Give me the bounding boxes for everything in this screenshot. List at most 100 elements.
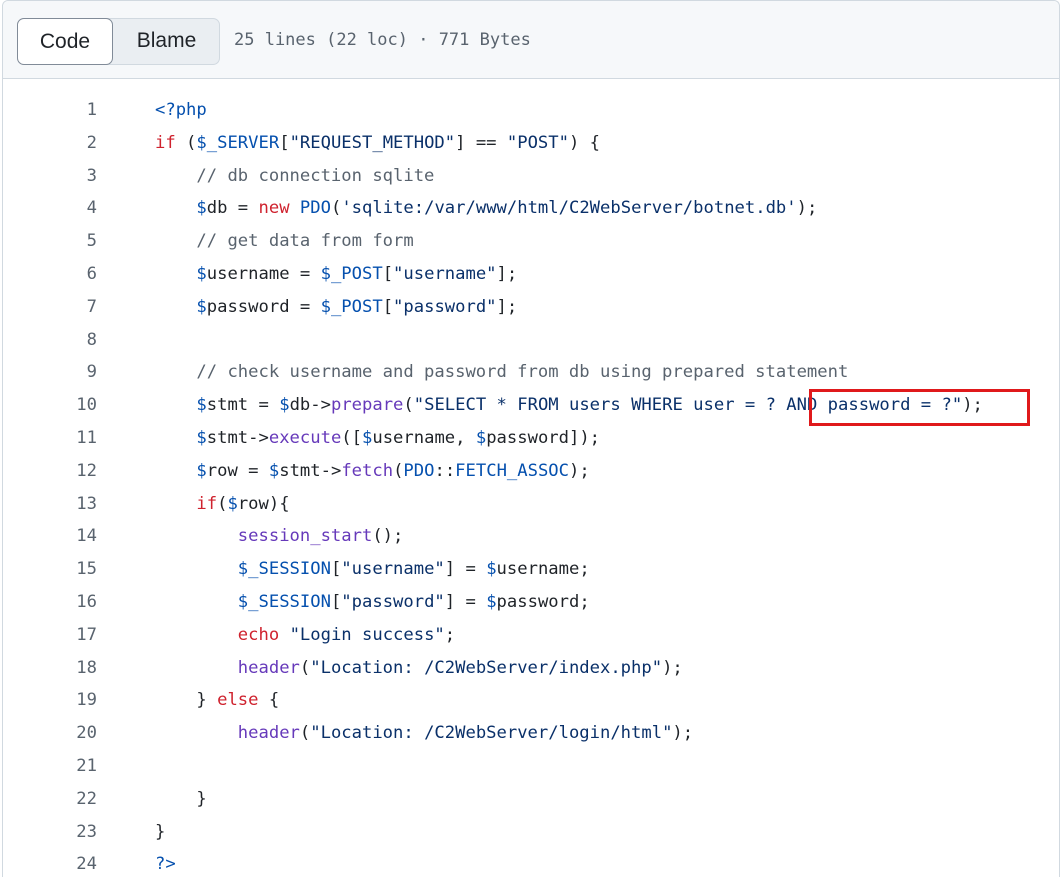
line-content: echo "Login success";	[155, 619, 455, 652]
code-line: 5 // get data from form	[3, 225, 1059, 258]
line-content: // db connection sqlite	[155, 160, 434, 193]
code-token: $	[486, 591, 497, 612]
code-token: header	[237, 723, 300, 744]
code-token: ] =	[444, 591, 487, 612]
line-number[interactable]: 24	[3, 848, 97, 881]
code-token: ;	[444, 624, 456, 645]
code-token: ?>	[155, 854, 176, 875]
line-content: $password = $_POST["password"];	[155, 291, 517, 324]
line-number[interactable]: 10	[3, 389, 97, 422]
code-line: 3 // db connection sqlite	[3, 160, 1059, 193]
code-token: if	[155, 132, 176, 153]
code-token: header	[237, 657, 300, 678]
code-token: ];	[496, 296, 518, 317]
blame-tab-button[interactable]: Blame	[113, 18, 220, 65]
code-token: }	[155, 690, 218, 711]
line-content: } else {	[155, 684, 279, 717]
line-number[interactable]: 7	[3, 291, 97, 324]
code-token: "Location: /C2WebServer/login/html"	[310, 723, 673, 744]
line-number[interactable]: 19	[3, 684, 97, 717]
line-number[interactable]: 4	[3, 192, 97, 225]
code-token: password =	[206, 296, 321, 317]
code-token: (	[299, 723, 311, 744]
code-token: $	[475, 427, 487, 448]
code-line: 12 $row = $stmt->fetch(PDO::FETCH_ASSOC)…	[3, 455, 1059, 488]
code-token: [	[382, 296, 394, 317]
code-token: prepare	[330, 395, 404, 416]
code-token: ];	[496, 263, 518, 284]
line-number[interactable]: 8	[3, 324, 97, 357]
code-line: 17 echo "Login success";	[3, 619, 1059, 652]
line-content: header("Location: /C2WebServer/login/htm…	[155, 717, 693, 750]
line-number[interactable]: 6	[3, 258, 97, 291]
code-line: 24 ?>	[3, 848, 1059, 881]
line-content: <?php	[155, 94, 207, 127]
line-number[interactable]: 2	[3, 127, 97, 160]
code-line: 18 header("Location: /C2WebServer/index.…	[3, 652, 1059, 685]
code-token: db->	[289, 395, 331, 416]
file-viewer: Code Blame 25 lines (22 loc) · 771 Bytes…	[2, 0, 1060, 877]
code-token: ([	[341, 427, 362, 448]
line-number[interactable]: 1	[3, 94, 97, 127]
code-token: stmt->	[206, 427, 269, 448]
code-token: $_SESSION	[237, 559, 331, 580]
code-line: 16 $_SESSION["password"] = $password;	[3, 586, 1059, 619]
code-token: password]);	[486, 427, 601, 448]
code-token: }	[155, 788, 207, 809]
view-mode-toggle: Code Blame	[17, 18, 220, 65]
code-token: "username"	[341, 559, 445, 580]
code-token: if	[196, 493, 218, 514]
line-number[interactable]: 3	[3, 160, 97, 193]
code-line: 7 $password = $_POST["password"];	[3, 291, 1059, 324]
code-token: execute	[268, 427, 342, 448]
code-token: );	[569, 460, 590, 481]
code-token: "Login success"	[289, 624, 445, 645]
line-number[interactable]: 23	[3, 816, 97, 849]
code-token: session_start	[237, 526, 373, 547]
code-token: $	[196, 427, 207, 448]
code-token: [	[382, 263, 394, 284]
code-token: );	[796, 198, 818, 219]
line-number[interactable]: 14	[3, 520, 97, 553]
code-token: username =	[206, 263, 321, 284]
line-number[interactable]: 15	[3, 553, 97, 586]
line-number[interactable]: 9	[3, 356, 97, 389]
code-token: $	[196, 198, 207, 219]
code-line: 11 $stmt->execute([$username, $password]…	[3, 422, 1059, 455]
code-token: // get data from form	[196, 231, 414, 252]
line-number[interactable]: 20	[3, 717, 97, 750]
code-line: 15 $_SESSION["username"] = $username;	[3, 553, 1059, 586]
line-content: session_start();	[155, 520, 404, 553]
code-line: 6 $username = $_POST["username"];	[3, 258, 1059, 291]
line-number[interactable]: 18	[3, 652, 97, 685]
code-token: fetch	[341, 460, 394, 481]
line-number[interactable]: 16	[3, 586, 97, 619]
code-token: ::	[434, 460, 456, 481]
code-token: ) {	[568, 132, 601, 153]
line-content: }	[155, 816, 165, 849]
code-tab-button[interactable]: Code	[17, 18, 113, 65]
code-token: echo	[237, 624, 280, 645]
line-number[interactable]: 13	[3, 488, 97, 521]
line-number[interactable]: 17	[3, 619, 97, 652]
line-number[interactable]: 11	[3, 422, 97, 455]
code-token: // check username and password from db u…	[196, 362, 849, 383]
line-number[interactable]: 21	[3, 750, 97, 783]
code-token: "Location: /C2WebServer/index.php"	[310, 657, 663, 678]
line-number[interactable]: 12	[3, 455, 97, 488]
code-token: $_SESSION	[237, 591, 331, 612]
line-content: $db = new PDO('sqlite:/var/www/html/C2We…	[155, 192, 817, 225]
code-token: [	[330, 591, 342, 612]
line-content: // get data from form	[155, 225, 414, 258]
code-token: <?php	[155, 100, 207, 120]
line-number[interactable]: 22	[3, 783, 97, 816]
code-token: FETCH_ASSOC	[455, 460, 569, 481]
code-token: $	[486, 559, 497, 580]
line-number[interactable]: 5	[3, 225, 97, 258]
